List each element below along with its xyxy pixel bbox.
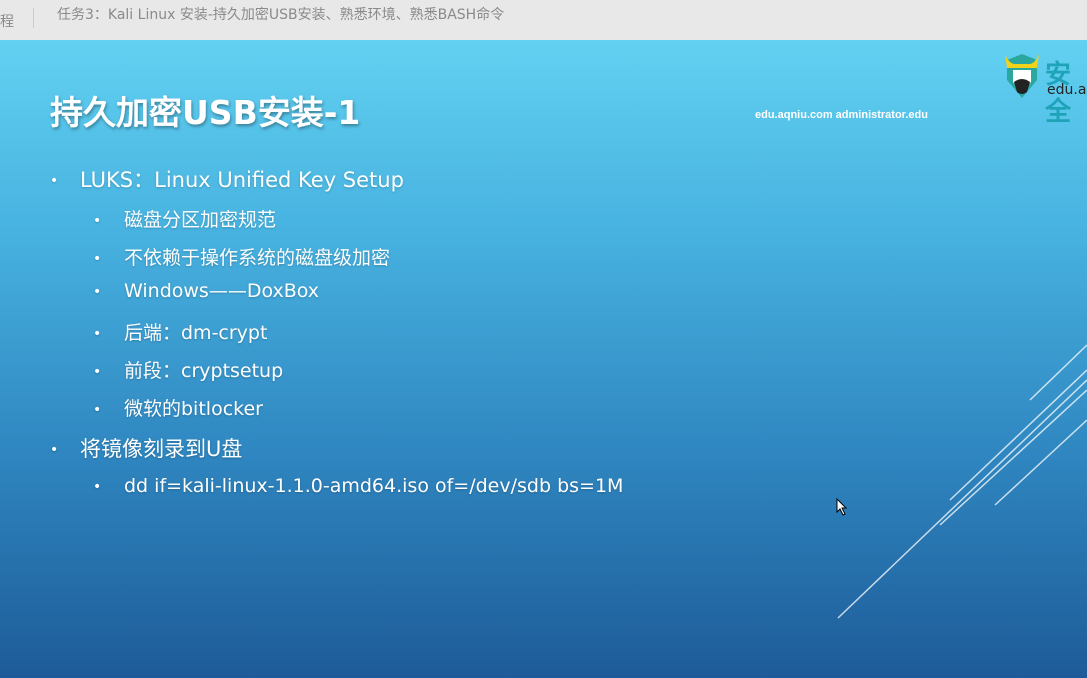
bullet-item: • 前段：cryptsetup [93,360,284,382]
bullet-icon: • [93,283,102,300]
bullet-item: • Windows——DoxBox [93,280,320,302]
bullet-icon: • [93,363,102,380]
lesson-title: 任务3：Kali Linux 安装-持久加密USB安装、熟悉环境、熟悉BASH命… [57,7,505,23]
title-bar: 程 任务3：Kali Linux 安装-持久加密USB安装、熟悉环境、熟悉BAS… [0,0,1087,40]
bullet-item: • dd if=kali-linux-1.1.0-amd64.iso of=/de… [93,475,624,497]
bullet-icon: • [93,478,102,495]
bullet-icon: • [93,325,102,342]
bullet-item: • 不依赖于操作系统的磁盘级加密 [93,247,391,269]
bullet-icon: • [93,401,102,418]
slide: 持久加密USB安装-1 edu.aqniu.com administrator.… [0,40,1087,678]
bullet-icon: • [93,250,102,267]
breadcrumb-previous[interactable]: 程 [0,11,14,31]
logo-subtext: edu.aq [1047,82,1087,98]
mouse-cursor-icon [836,498,848,516]
divider [33,8,34,28]
bullet-icon: • [93,212,102,229]
slide-title: 持久加密USB安装-1 [50,93,361,132]
watermark: edu.aqniu.com administrator.edu [755,109,928,121]
warrior-logo-icon [1005,54,1039,98]
bullet-item: • 将镜像刻录到U盘 [50,437,243,461]
bullet-icon: • [50,442,59,458]
bullet-icon: • [50,173,59,189]
bullet-item: • 后端：dm-crypt [93,322,268,344]
bullet-item: • 磁盘分区加密规范 [93,209,277,231]
bullet-item: • LUKS：Linux Unified Key Setup [50,168,404,192]
bullet-item: • 微软的bitlocker [93,398,263,420]
